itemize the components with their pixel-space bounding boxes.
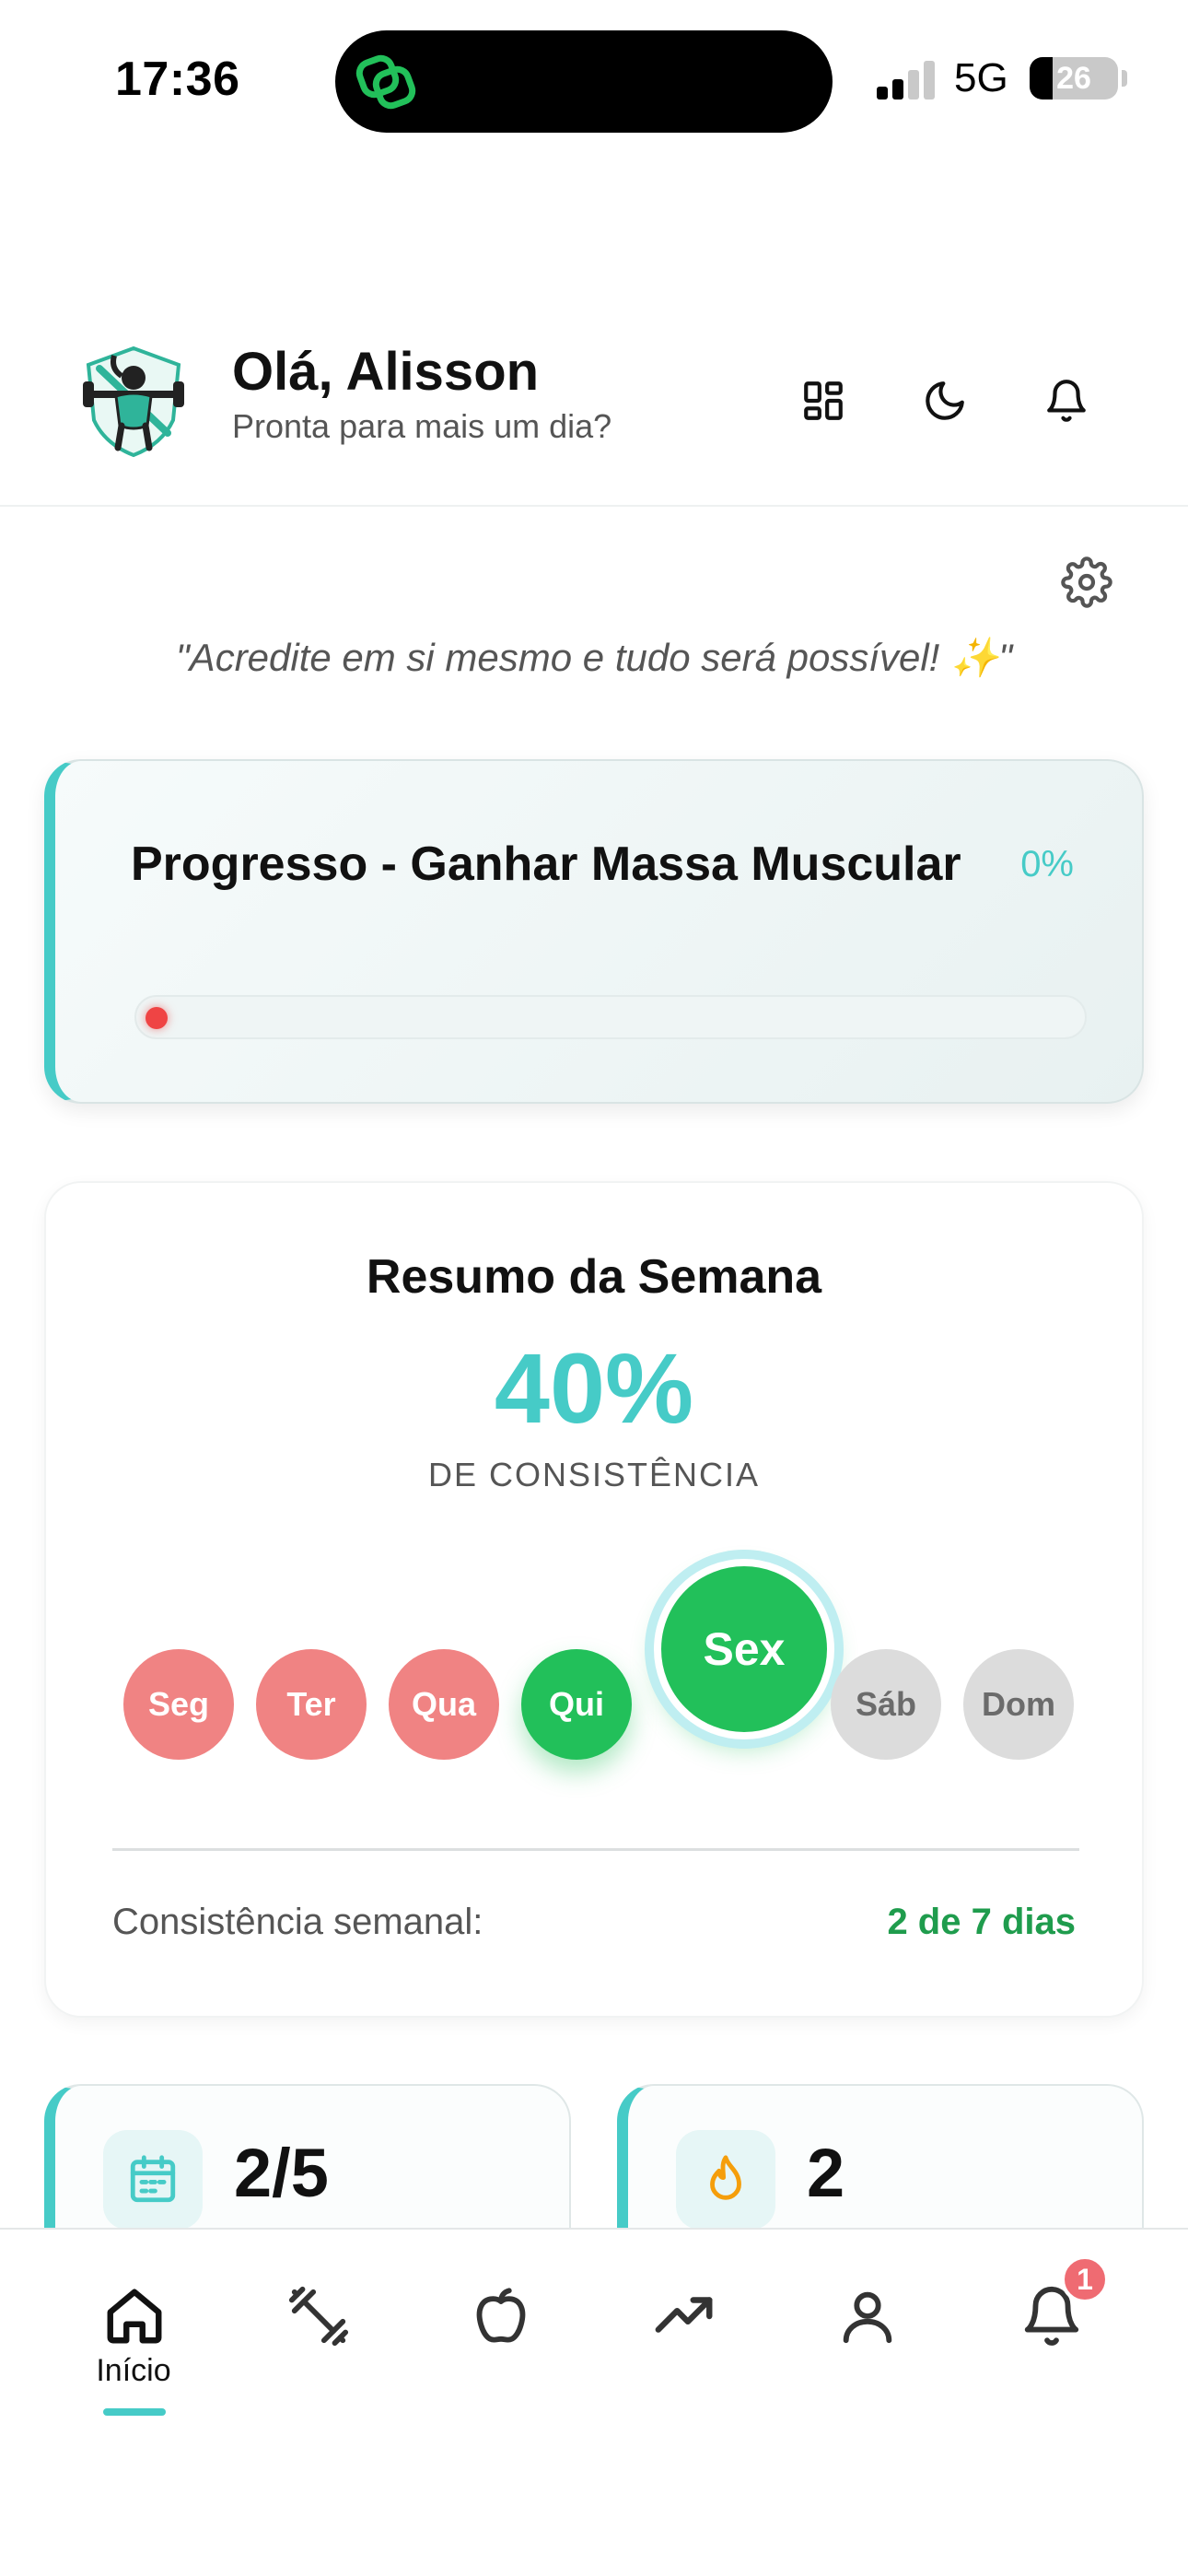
tab-progress[interactable] [639,2270,731,2362]
apple-icon [476,2288,526,2343]
motivational-quote: "Acredite em si mesmo e tudo será possív… [175,636,1013,679]
network-type: 5G [954,55,1008,100]
battery-percent: 26 [1056,60,1091,96]
signal-icon [877,61,935,100]
stat-icon-wrapper [103,2130,203,2230]
app-header: Olá, Alisson Pronta para mais um dia? [0,313,1188,507]
greeting-title: Olá, Alisson [232,342,540,402]
consistency-percent: 40% [494,1332,694,1444]
day-sex-today[interactable]: Sex [654,1559,834,1739]
week-summary-title: Resumo da Semana [366,1250,822,1304]
theme-toggle-button[interactable] [908,364,982,438]
greeting-subtitle: Pronta para mais um dia? [232,407,612,445]
consistency-caption: DE CONSISTÊNCIA [427,1456,761,1493]
active-tab-indicator [103,2408,166,2416]
home-icon [107,2289,162,2344]
status-time: 17:36 [115,53,240,106]
battery-icon: 26 [1030,57,1118,100]
dashboard-layout-button[interactable] [786,364,860,438]
divider [112,1848,1079,1851]
progress-percent: 0% [1020,844,1074,884]
bell-icon [1047,380,1086,422]
gear-icon[interactable] [1061,556,1112,608]
weekly-consistency-value: 2 de 7 dias [887,1902,1076,1942]
day-seg[interactable]: Seg [123,1649,234,1760]
app-screen: 17:36 5G 26 Olá, Alisson Pronta para mai… [0,0,1188,2576]
tab-nutrition[interactable] [455,2270,547,2362]
stat-value-workouts: 2/5 [234,2135,329,2211]
day-dom[interactable]: Dom [963,1649,1074,1760]
flame-icon [710,2155,741,2200]
day-qua[interactable]: Qua [389,1649,499,1760]
notifications-button[interactable] [1030,364,1103,438]
dynamic-island [335,30,833,133]
progress-indicator-dot [146,1007,168,1029]
linked-rings-icon [355,54,416,110]
progress-title: Progresso - Ganhar Massa Muscular [131,837,961,891]
tab-home[interactable] [88,2270,181,2362]
stat-value-streak: 2 [807,2135,845,2211]
day-sab[interactable]: Sáb [831,1649,941,1760]
avatar-fitness-logo[interactable] [74,341,193,461]
day-ter[interactable]: Ter [256,1649,367,1760]
weekly-consistency-label: Consistência semanal: [112,1902,483,1942]
stat-icon-wrapper [676,2130,775,2230]
user-icon [843,2291,892,2344]
trending-up-icon [655,2297,713,2333]
day-qui[interactable]: Qui [521,1649,632,1760]
progress-bar [134,995,1087,1039]
week-summary-card: Resumo da Semana 40% DE CONSISTÊNCIA Seg… [44,1181,1144,2018]
calendar-icon [130,2155,176,2203]
moon-icon [926,381,964,420]
tab-workouts[interactable] [273,2270,365,2362]
tab-profile[interactable] [821,2270,914,2362]
grid-icon [804,381,843,420]
tab-home-label: Início [96,2353,171,2388]
notification-badge: 1 [1061,2255,1109,2303]
bottom-tab-bar: Início 1 [0,2228,1188,2576]
dumbbell-icon [288,2286,349,2347]
battery-tip [1122,70,1127,87]
goal-progress-card[interactable]: Progresso - Ganhar Massa Muscular 0% [44,759,1144,1104]
